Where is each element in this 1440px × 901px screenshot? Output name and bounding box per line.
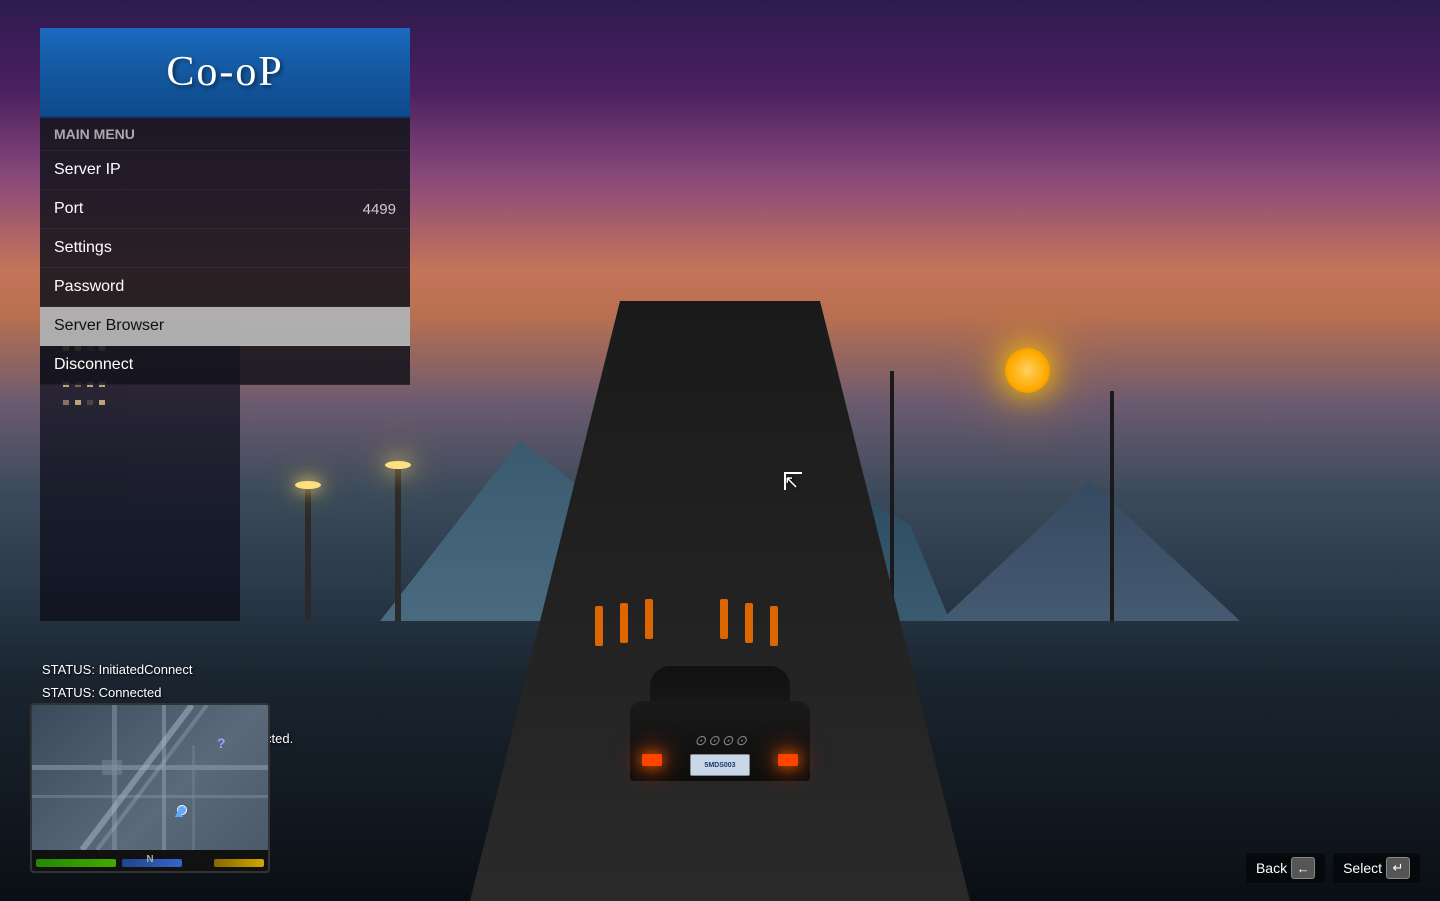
select-key: ↵: [1386, 857, 1410, 879]
back-control[interactable]: Back ←: [1246, 853, 1325, 883]
minimap-health-bar: [36, 859, 116, 867]
car-rear-light-left: [642, 754, 662, 766]
menu-panel: Co-oP MAIN MENU Server IP Port 4499 Sett…: [40, 28, 410, 385]
minimap: ▲ ? ⌂ ② N: [30, 703, 270, 873]
menu-item-port-label: Port: [54, 200, 83, 218]
menu-item-disconnect[interactable]: Disconnect: [40, 346, 410, 385]
menu-item-server-ip[interactable]: Server IP: [40, 151, 410, 190]
barrier-post-6: [770, 606, 778, 646]
menu-item-server-browser[interactable]: Server Browser: [40, 307, 410, 346]
powerline-2: [1110, 391, 1114, 621]
menu-item-settings[interactable]: Settings: [40, 229, 410, 268]
barrier-post-4: [720, 599, 728, 639]
minimap-content: ▲ ? ⌂ ②: [32, 705, 268, 850]
car-logo: ⊙ ⊙ ⊙ ⊙: [694, 732, 746, 749]
menu-item-server-ip-label: Server IP: [54, 161, 121, 179]
minimap-compass: N: [146, 854, 153, 865]
car-rear-light-right: [778, 754, 798, 766]
car-body: ⊙ ⊙ ⊙ ⊙ 5MDS003: [630, 701, 810, 781]
barrier-post-2: [620, 603, 628, 643]
minimap-question-icon: ?: [217, 735, 226, 751]
select-control[interactable]: Select ↵: [1333, 853, 1420, 883]
moon: [1005, 348, 1050, 393]
mountain-right: [940, 481, 1240, 621]
menu-items: MAIN MENU Server IP Port 4499 Settings P…: [40, 118, 410, 385]
menu-section-header: MAIN MENU: [40, 118, 410, 151]
minimap-special-bar: [214, 859, 264, 867]
select-label: Select: [1343, 860, 1382, 876]
barrier-post-5: [745, 603, 753, 643]
bottom-controls: Back ← Select ↵: [1246, 853, 1420, 883]
menu-item-settings-label: Settings: [54, 239, 112, 257]
menu-item-server-browser-label: Server Browser: [54, 317, 164, 335]
menu-header: Co-oP: [40, 28, 410, 118]
minimap-player-arrow: ▲: [172, 804, 186, 820]
barrier-post-1: [595, 606, 603, 646]
street-light-1: [395, 461, 401, 621]
back-label: Back: [1256, 860, 1287, 876]
menu-item-password-label: Password: [54, 278, 124, 296]
status-msg-2: STATUS: Connected: [42, 685, 293, 700]
menu-item-disconnect-label: Disconnect: [54, 356, 133, 374]
license-plate: 5MDS003: [690, 754, 750, 776]
status-msg-1: STATUS: InitiatedConnect: [42, 662, 293, 677]
minimap-roads-svg: [32, 705, 270, 850]
barrier-post-3: [645, 599, 653, 639]
menu-item-password[interactable]: Password: [40, 268, 410, 307]
car: ⊙ ⊙ ⊙ ⊙ 5MDS003: [620, 651, 820, 781]
menu-item-port[interactable]: Port 4499: [40, 190, 410, 229]
menu-item-port-value: 4499: [363, 201, 396, 218]
menu-title: Co-oP: [166, 48, 283, 96]
back-key: ←: [1291, 857, 1315, 879]
street-light-2: [305, 481, 311, 621]
